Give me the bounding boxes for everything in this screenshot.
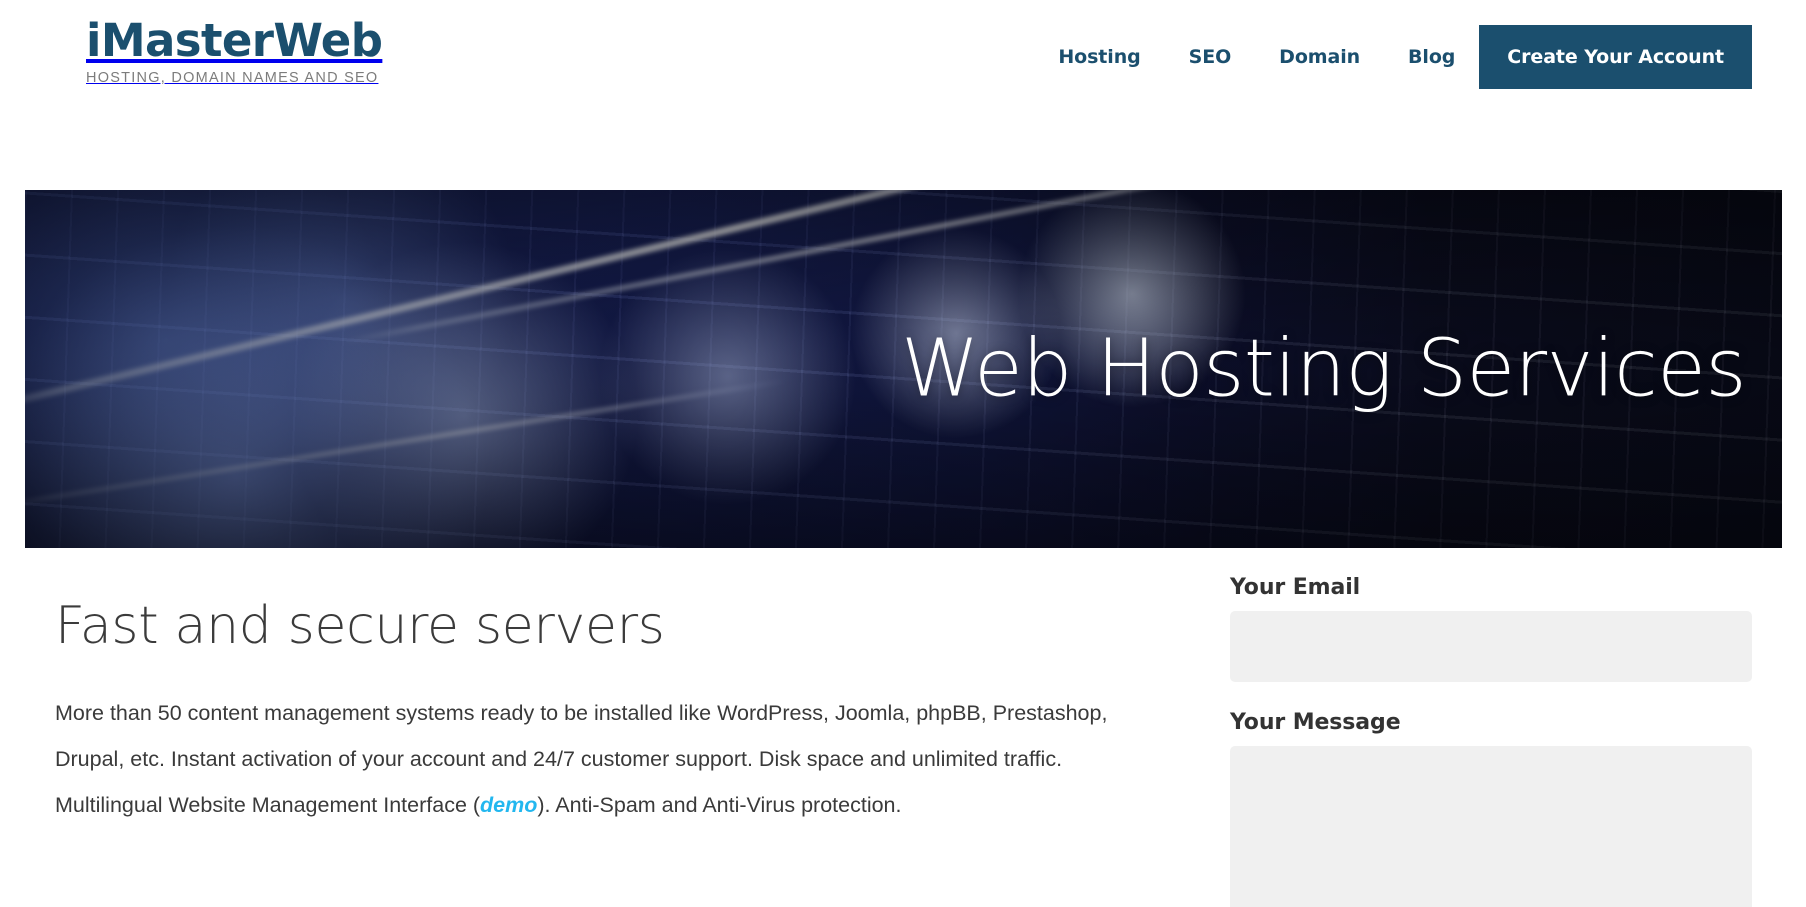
nav-item-blog[interactable]: Blog [1384, 25, 1479, 89]
main-navigation: Hosting SEO Domain Blog Create Your Acco… [1034, 25, 1752, 89]
email-input[interactable] [1230, 611, 1752, 682]
content-column-left: Fast and secure servers More than 50 con… [55, 548, 1165, 828]
paragraph-text-after-link: ). Anti-Spam and Anti-Virus protection. [537, 793, 902, 818]
hero-title: Web Hosting Services [901, 322, 1746, 415]
page-root: iMasterWeb HOSTING, DOMAIN NAMES AND SEO… [0, 0, 1806, 907]
brand-tagline: HOSTING, DOMAIN NAMES AND SEO [86, 70, 379, 87]
message-textarea[interactable] [1230, 746, 1752, 907]
nav-item-hosting[interactable]: Hosting [1034, 25, 1164, 89]
main-content: Fast and secure servers More than 50 con… [0, 548, 1806, 907]
demo-link[interactable]: demo [480, 793, 537, 817]
brand-name: iMasterWeb [86, 14, 383, 67]
email-field-label: Your Email [1230, 575, 1361, 600]
nav-item-seo[interactable]: SEO [1165, 25, 1256, 89]
nav-item-domain[interactable]: Domain [1255, 25, 1384, 89]
message-field-label: Your Message [1230, 710, 1401, 735]
brand-logo[interactable]: iMasterWeb HOSTING, DOMAIN NAMES AND SEO [86, 14, 383, 87]
create-account-button[interactable]: Create Your Account [1479, 25, 1752, 89]
hero-banner: Web Hosting Services [25, 190, 1782, 548]
contact-form: Your Email Your Message [1230, 548, 1752, 907]
site-header: iMasterWeb HOSTING, DOMAIN NAMES AND SEO… [0, 0, 1806, 160]
section-paragraph: More than 50 content management systems … [55, 655, 1140, 828]
section-title: Fast and secure servers [55, 596, 665, 656]
